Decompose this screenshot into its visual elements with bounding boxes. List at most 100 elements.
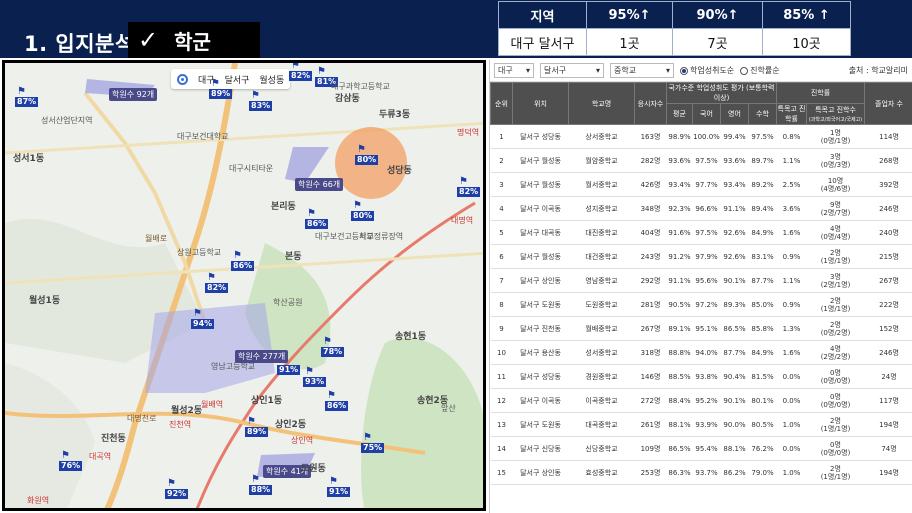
map-toolbar[interactable]: 대구 달서구 월성동 — [171, 69, 291, 89]
school-marker[interactable]: 89% — [245, 417, 269, 437]
sort-by-achievement-radio[interactable]: 학업성취도순 — [680, 65, 734, 76]
table-row[interactable]: 5 달서구 대곡동 대진중학교 404명 91.6% 97.5% 92.6% 84.9% 1.6… — [490, 220, 912, 245]
table-row[interactable]: 15 달서구 상인동 효성중학교 253명 86.3% 93.7% 86.2% 79.0% 1.… — [490, 460, 912, 485]
col-english[interactable]: 영어 — [720, 103, 749, 125]
table-row[interactable]: 11 달서구 성당동 경원중학교 146명 88.5% 93.8% 90.4% 81.5% 0.… — [490, 364, 912, 389]
summary-header-95: 95%↑ — [586, 1, 673, 29]
school-marker[interactable]: 83% — [249, 91, 273, 111]
cell-math: 84.9% — [748, 340, 777, 365]
school-marker[interactable]: 86% — [305, 209, 329, 229]
summary-header-region: 지역 — [498, 1, 587, 29]
school-marker[interactable]: 93% — [303, 367, 327, 387]
table-row[interactable]: 6 달서구 월성동 대건중학교 243명 91.2% 97.9% 92.6% 83.1% 0.9… — [490, 244, 912, 269]
table-row[interactable]: 7 달서구 상인동 영남중학교 292명 91.1% 95.6% 90.1% 87.7% 1.1… — [490, 268, 912, 293]
table-row[interactable]: 4 달서구 이곡동 성지중학교 348명 92.3% 96.6% 91.1% 89.4% 3.6… — [490, 196, 912, 221]
table-row[interactable]: 10 달서구 용산동 성서중학교 318명 88.8% 94.0% 87.7% 84.9% 1.… — [490, 340, 912, 365]
cell-special-rate: 1.6% — [776, 340, 807, 365]
place-label: 앞산 — [441, 404, 456, 413]
level-select[interactable]: 중학교 ▾ — [610, 63, 674, 78]
toolbar-district[interactable]: 달서구 — [225, 73, 250, 86]
table-row[interactable]: 12 달서구 이곡동 이곡중학교 272명 88.4% 95.2% 90.1% 80.1% 0.… — [490, 388, 912, 413]
special-count-breakdown: (2명/1명) — [820, 280, 851, 289]
summary-cell-95: 1곳 — [586, 28, 673, 56]
table-row[interactable]: 3 달서구 월성동 월서중학교 426명 93.4% 97.7% 93.4% 89.2% 2.5… — [490, 172, 912, 197]
table-row[interactable]: 9 달서구 진천동 월배중학교 267명 89.1% 95.1% 86.5% 85.8% 1.3… — [490, 316, 912, 341]
subject-box: ✓ 학군 — [128, 22, 260, 58]
school-marker[interactable]: 92% — [165, 479, 189, 499]
cell-rank: 1 — [490, 124, 513, 149]
dong-label: 감삼동 — [335, 94, 360, 104]
cell-grads: 152명 — [864, 316, 912, 341]
dong-label: 두류3동 — [379, 110, 411, 120]
cell-school: 이곡중학교 — [568, 388, 635, 413]
school-marker[interactable]: 88% — [249, 475, 273, 495]
table-row[interactable]: 13 달서구 도원동 대곡중학교 261명 88.1% 93.9% 90.0% 80.5% 1.… — [490, 412, 912, 437]
cell-grads: 74명 — [864, 436, 912, 461]
school-marker[interactable]: 75% — [361, 433, 385, 453]
col-rank[interactable]: 순위 — [490, 82, 513, 125]
table-row[interactable]: 8 달서구 도원동 도원중학교 281명 90.5% 97.2% 89.3% 85.0% 0.9… — [490, 292, 912, 317]
special-count-total: 3명 — [830, 152, 841, 161]
col-special-rate[interactable]: 특목고 진학률 — [776, 103, 807, 125]
toolbar-dong[interactable]: 월성동 — [259, 73, 284, 86]
special-count-breakdown: (0명/1명) — [820, 136, 851, 145]
table-row[interactable]: 14 달서구 신당동 신당중학교 109명 86.5% 95.4% 88.1% 76.2% 0.… — [490, 436, 912, 461]
cell-rank: 5 — [490, 220, 513, 245]
district-select[interactable]: 달서구 ▾ — [540, 63, 604, 78]
cell-math: 83.1% — [748, 244, 777, 269]
col-special-count[interactable]: 특목고 진학수 (과학고/외국어고/국제고) — [805, 103, 866, 125]
col-math[interactable]: 수학 — [748, 103, 777, 125]
school-marker[interactable]: 89% — [209, 79, 233, 99]
radio-unselected-icon — [740, 66, 749, 75]
school-marker[interactable]: 82% — [457, 177, 481, 197]
cell-location: 달서구 상인동 — [512, 460, 569, 485]
school-marker[interactable]: 82% — [205, 273, 229, 293]
school-marker[interactable]: 76% — [59, 451, 83, 471]
dong-label: 월성2동 — [171, 406, 203, 416]
school-marker[interactable]: 80% — [355, 145, 379, 165]
sort-by-progress-radio[interactable]: 진학률순 — [740, 65, 780, 76]
col-location[interactable]: 위치 — [512, 82, 569, 125]
chevron-down-icon: ▾ — [665, 66, 670, 75]
school-marker[interactable]: 87% — [15, 87, 39, 107]
cell-english: 89.3% — [720, 292, 749, 317]
school-marker[interactable]: 91% — [277, 355, 301, 375]
school-marker[interactable]: 78% — [321, 337, 345, 357]
cell-korean: 96.6% — [692, 196, 721, 221]
school-marker[interactable]: 91% — [327, 477, 351, 497]
col-korean[interactable]: 국어 — [692, 103, 721, 125]
col-applicants[interactable]: 응시자수 — [634, 82, 667, 125]
cell-korean: 93.7% — [692, 460, 721, 485]
cell-school: 도원중학교 — [568, 292, 635, 317]
table-row[interactable]: 2 달서구 월성동 월암중학교 282명 93.6% 97.5% 93.6% 89.7% 1.1… — [490, 148, 912, 173]
special-count-breakdown: (0명/2명) — [820, 328, 851, 337]
map-view[interactable]: 대구 달서구 월성동 87% 89% 82% 81% 83% 82% 80% 8… — [2, 60, 486, 511]
school-marker[interactable]: 82% — [289, 63, 313, 81]
school-marker[interactable]: 80% — [351, 201, 375, 221]
special-count-total: 3명 — [830, 272, 841, 281]
cell-avg: 86.5% — [666, 436, 693, 461]
dong-label: 성당동 — [387, 166, 412, 176]
school-marker[interactable]: 86% — [325, 391, 349, 411]
special-count-breakdown: (1명/1명) — [820, 472, 851, 481]
station-label: 상인역 — [291, 436, 314, 445]
school-marker[interactable]: 86% — [231, 251, 255, 271]
city-select[interactable]: 대구 ▾ — [494, 63, 534, 78]
col-grads[interactable]: 졸업자 수 — [864, 82, 912, 125]
col-school[interactable]: 학교명 — [568, 82, 635, 125]
col-progress-group: 진학률 — [775, 82, 866, 104]
cell-avg: 91.2% — [666, 244, 693, 269]
cell-korean: 95.6% — [692, 268, 721, 293]
cell-applicants: 243명 — [634, 244, 667, 269]
locate-icon[interactable] — [177, 73, 188, 85]
cell-location: 달서구 도원동 — [512, 292, 569, 317]
table-row[interactable]: 1 달서구 성당동 상서중학교 163명 98.9% 100.0% 99.4% 97.5% 0.… — [490, 124, 912, 149]
col-special-count-label: 특목고 진학수 — [815, 106, 856, 114]
school-marker[interactable]: 94% — [191, 309, 215, 329]
col-avg[interactable]: 평균 — [666, 103, 693, 125]
cell-special-rate: 2.5% — [776, 172, 807, 197]
special-count-total: 10명 — [827, 176, 844, 185]
city-select-value: 대구 — [498, 66, 513, 75]
cell-special-rate: 0.9% — [776, 244, 807, 269]
place-label: 대구시티타운 — [229, 164, 274, 173]
